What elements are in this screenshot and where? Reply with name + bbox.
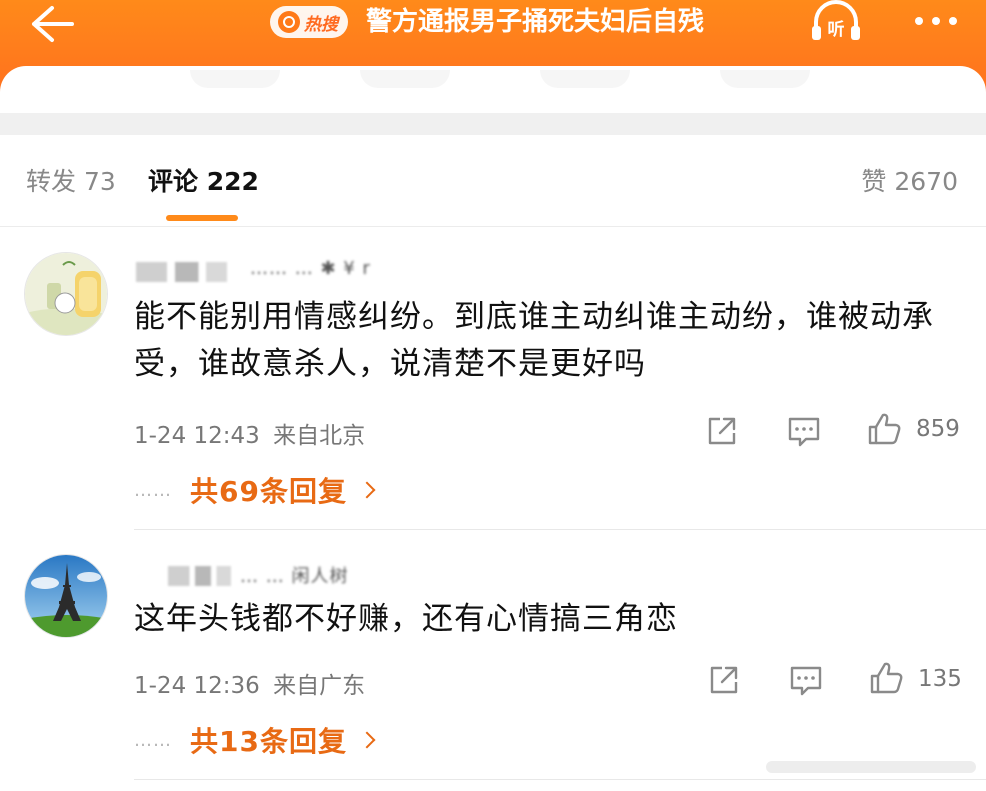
dot-icon [915, 17, 923, 25]
replies-count-label: 共69条回复 [190, 475, 347, 508]
username-blurred [136, 262, 266, 282]
share-button[interactable] [704, 660, 744, 700]
thumbs-up-icon [868, 413, 901, 445]
tab-repost-label: 转发 [26, 167, 77, 196]
active-tab-indicator [166, 215, 238, 221]
reply-dots: …… [134, 479, 172, 501]
tab-comment-count: 222 [206, 167, 259, 196]
view-replies-link[interactable]: …… 共69条回复 [134, 470, 376, 510]
action-button-ghost [190, 70, 280, 88]
comment-time: 1-24 12:43 [134, 423, 260, 449]
avatar[interactable] [24, 252, 108, 336]
tab-like-label: 赞 [861, 167, 887, 196]
comment-meta: 1-24 12:36 来自广东 [134, 666, 365, 700]
reply-button[interactable] [786, 660, 826, 700]
comment-item: …… … ✱ ¥ r 能不能别用情感纠纷。到底谁主动纠谁主动纷，谁被动承受，谁故… [0, 228, 986, 530]
avatar[interactable] [24, 554, 108, 638]
view-replies-link[interactable]: …… 共13条回复 [134, 720, 376, 760]
action-button-ghost [720, 70, 810, 88]
search-icon [278, 11, 300, 33]
like-button[interactable] [864, 409, 904, 449]
like-button[interactable] [866, 658, 906, 698]
reply-dots: …… [134, 729, 172, 751]
comment-location: 来自广东 [273, 673, 366, 699]
tab-like-count: 2670 [894, 167, 958, 196]
username[interactable]: …… … ✱ ¥ r [250, 258, 371, 279]
comment-bubble-icon [790, 666, 822, 696]
hot-search-badge[interactable]: 热搜 [270, 6, 348, 38]
back-arrow-icon [32, 6, 74, 42]
comment-text: 能不能别用情感纠纷。到底谁主动纠谁主动纷，谁被动承受，谁故意杀人，说清楚不是更好… [134, 299, 934, 382]
tab-like[interactable]: 赞 2670 [861, 165, 958, 199]
replies-count-label: 共13条回复 [190, 725, 347, 758]
avatar-image [25, 555, 107, 637]
like-count: 859 [916, 416, 960, 442]
section-separator [0, 113, 986, 135]
hot-search-label: 热搜 [304, 14, 338, 35]
thumbs-up-icon [870, 662, 903, 694]
tab-repost[interactable]: 转发 73 [26, 165, 116, 199]
dot-icon [932, 17, 940, 25]
avatar-image [25, 253, 107, 335]
back-button[interactable] [22, 2, 82, 46]
action-button-ghost [540, 70, 630, 88]
comment-bubble-icon [788, 417, 820, 447]
more-options-button[interactable] [906, 4, 966, 38]
comment-tabs: 转发 73 评论 222 赞 2670 [0, 135, 986, 227]
comment-meta: 1-24 12:43 来自北京 [134, 416, 365, 450]
content-card-top [0, 66, 986, 120]
share-icon [708, 417, 736, 445]
tab-comment[interactable]: 评论 222 [148, 165, 259, 199]
headphones-icon: 听 [812, 0, 860, 40]
tab-comment-label: 评论 [148, 167, 199, 196]
chevron-right-icon [358, 481, 376, 499]
watermark-mark [766, 761, 976, 773]
chevron-right-icon [358, 731, 376, 749]
dot-icon [949, 17, 957, 25]
comment-item: … … 闲人树 这年头钱都不好赚，还有心情搞三角恋 1-24 12:36 来自广… [0, 530, 986, 782]
like-count: 135 [918, 666, 962, 692]
watermark [766, 757, 976, 777]
listen-button[interactable]: 听 [806, 0, 866, 44]
tab-repost-count: 73 [83, 167, 116, 196]
page-title: 警方通报男子捅死夫妇后自残 [366, 7, 705, 37]
top-bar: 热搜 警方通报男子捅死夫妇后自残 听 [0, 0, 986, 120]
reply-button[interactable] [784, 411, 824, 451]
share-button[interactable] [702, 411, 742, 451]
comment-location: 来自北京 [273, 423, 366, 449]
comment-text: 这年头钱都不好赚，还有心情搞三角恋 [134, 601, 678, 637]
comment-divider [134, 779, 986, 780]
listen-label: 听 [828, 19, 845, 40]
share-icon [710, 666, 738, 694]
action-button-ghost [360, 70, 450, 88]
username[interactable]: … … 闲人树 [240, 562, 348, 588]
comment-time: 1-24 12:36 [134, 673, 260, 699]
